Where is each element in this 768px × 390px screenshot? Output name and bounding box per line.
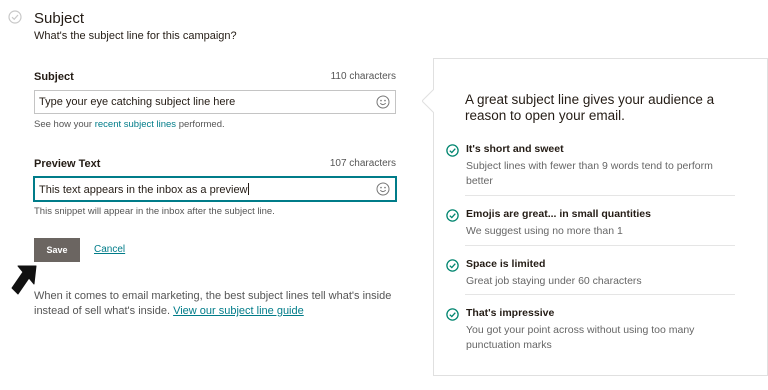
tip-title: That's impressive <box>466 307 555 319</box>
check-circle-icon <box>446 144 459 157</box>
tip-title: Space is limited <box>466 258 546 270</box>
subject-help-prefix: See how your <box>34 119 93 130</box>
check-circle-icon <box>8 10 22 24</box>
text-caret <box>247 183 249 195</box>
tip-description: We suggest using no more than 1 <box>466 225 623 237</box>
preview-label: Preview Text <box>34 158 101 170</box>
divider <box>465 245 735 246</box>
save-button[interactable]: Save <box>34 238 80 262</box>
subject-char-count: 110 characters <box>330 71 396 82</box>
tips-heading: A great subject line gives your audience… <box>465 92 715 123</box>
tip-description: Subject lines with fewer than 9 words te… <box>466 160 713 187</box>
subject-label: Subject <box>34 71 74 83</box>
preview-text-input[interactable]: This text appears in the inbox as a prev… <box>34 177 396 201</box>
preview-char-count: 107 characters <box>329 158 396 169</box>
section-subtitle: What's the subject line for this campaig… <box>34 30 237 42</box>
smiley-icon[interactable] <box>376 95 390 109</box>
footer-text: When it comes to email marketing, the be… <box>34 289 414 319</box>
tip-description: You got your point across without using … <box>466 324 695 351</box>
tip-title: Emojis are great... in small quantities <box>466 208 651 220</box>
check-circle-icon <box>446 259 459 272</box>
preview-help: This snippet will appear in the inbox af… <box>34 206 275 217</box>
preview-input-value: This text appears in the inbox as a prev… <box>39 184 248 196</box>
subject-input-value: Type your eye catching subject line here <box>39 96 236 108</box>
smiley-icon[interactable] <box>376 182 390 196</box>
check-circle-icon <box>446 308 459 321</box>
panel-pointer <box>422 89 434 113</box>
subject-help-suffix: performed. <box>178 119 225 130</box>
subject-line-guide-link[interactable]: View our subject line guide <box>173 305 304 317</box>
tips-panel: A great subject line gives your audience… <box>433 58 768 376</box>
tip-title: It's short and sweet <box>466 143 564 155</box>
recent-subject-lines-link[interactable]: recent subject lines <box>95 119 176 130</box>
subject-input[interactable]: Type your eye catching subject line here <box>34 90 396 114</box>
subject-help: See how your recent subject lines perfor… <box>34 119 225 130</box>
section-title: Subject <box>34 10 85 27</box>
divider <box>465 195 735 196</box>
check-circle-icon <box>446 209 459 222</box>
cancel-link[interactable]: Cancel <box>94 244 125 255</box>
preview-input-container: This text appears in the inbox as a prev… <box>39 183 249 196</box>
tip-description: Great job staying under 60 characters <box>466 275 642 287</box>
divider <box>465 294 735 295</box>
